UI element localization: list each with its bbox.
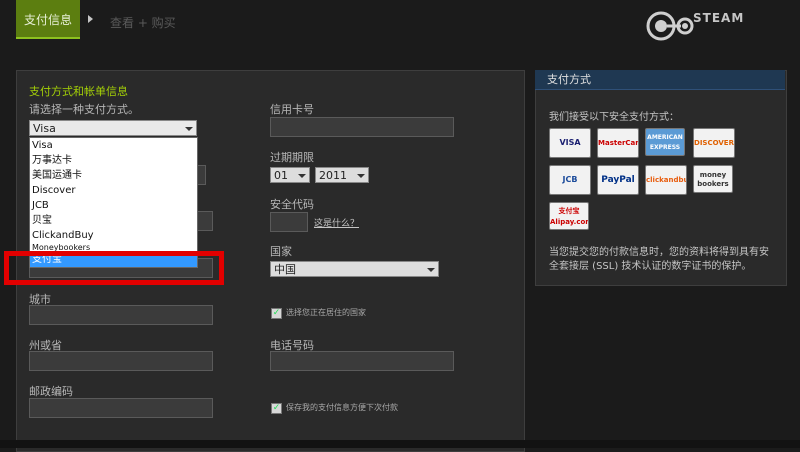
steam-logo-text: STEAM	[693, 11, 745, 25]
dropdown-option[interactable]: Visa	[30, 138, 197, 153]
info-panel-title: 支付方式	[535, 70, 785, 90]
expiry-year-value: 2011	[319, 169, 347, 182]
accept-text: 我们接受以下安全支付方式：	[549, 112, 679, 123]
red-highlight-box	[4, 251, 224, 285]
chevron-down-icon	[357, 174, 365, 178]
visa-card-icon: VISA	[549, 128, 591, 158]
zip-input[interactable]	[29, 398, 213, 418]
payment-method-value: Visa	[33, 122, 56, 135]
jcb-card-icon: JCB	[549, 165, 591, 195]
payment-method-dropdown[interactable]: Visa 万事达卡 美国运通卡 Discover JCB 贝宝 Clickand…	[29, 137, 198, 268]
security-code-label: 安全代码	[270, 198, 314, 211]
save-info-checkbox[interactable]: ✓	[271, 403, 282, 414]
section-title: 支付方式和帐单信息	[29, 85, 128, 98]
step-review-purchase[interactable]: 查看 + 购买	[110, 14, 176, 31]
card-number-input[interactable]	[270, 117, 454, 137]
dropdown-option[interactable]: 贝宝	[30, 213, 197, 228]
method-label: 请选择一种支付方式。	[29, 103, 139, 116]
city-input[interactable]	[29, 305, 213, 325]
phone-input[interactable]	[270, 351, 454, 371]
payment-method-select[interactable]: Visa	[29, 120, 197, 136]
country-checkbox-label: 选择您正在居住的国家	[286, 308, 366, 317]
whats-this-link[interactable]: 这是什么？	[314, 216, 359, 229]
country-label: 国家	[270, 245, 292, 258]
dropdown-option[interactable]: 万事达卡	[30, 153, 197, 168]
chevron-down-icon	[185, 127, 193, 131]
dropdown-option[interactable]: ClickandBuy	[30, 228, 197, 243]
step-arrow-icon	[88, 15, 93, 23]
expiry-month-value: 01	[274, 169, 288, 182]
discover-card-icon: DISCOVER	[693, 128, 735, 158]
step-payment-info[interactable]: 支付信息	[16, 0, 80, 39]
country-select[interactable]: 中国	[270, 261, 439, 277]
country-value: 中国	[274, 263, 296, 276]
country-checkbox[interactable]: ✓	[271, 308, 282, 319]
expiry-year-select[interactable]: 2011	[315, 167, 369, 183]
province-input[interactable]	[29, 351, 213, 371]
clickandbuy-icon: clickandbuy	[645, 165, 687, 195]
zip-label: 邮政编码	[29, 385, 73, 398]
chevron-down-icon	[427, 268, 435, 272]
amex-card-icon: AMERICAN EXPRESS	[645, 128, 685, 156]
mastercard-icon: MasterCard	[597, 128, 639, 158]
chevron-down-icon	[298, 174, 306, 178]
dropdown-option[interactable]: JCB	[30, 198, 197, 213]
bottom-edge	[0, 440, 800, 448]
expiry-month-select[interactable]: 01	[270, 167, 310, 183]
security-code-input[interactable]	[270, 212, 308, 232]
alipay-icon: 支付宝 Alipay.com	[549, 202, 589, 230]
paypal-icon: PayPal	[597, 165, 639, 195]
dropdown-option[interactable]: 美国运通卡	[30, 168, 197, 183]
save-info-checkbox-label: 保存我的支付信息方便下次付款	[286, 403, 398, 412]
card-number-label: 信用卡号	[270, 103, 314, 116]
expiry-label: 过期期限	[270, 151, 314, 164]
dropdown-option[interactable]: Discover	[30, 183, 197, 198]
security-text: 当您提交您的付款信息时，您的资料将得到具有安全套接层 (SSL) 技术认证的数字…	[549, 247, 769, 272]
moneybookers-icon: money bookers	[693, 165, 733, 193]
